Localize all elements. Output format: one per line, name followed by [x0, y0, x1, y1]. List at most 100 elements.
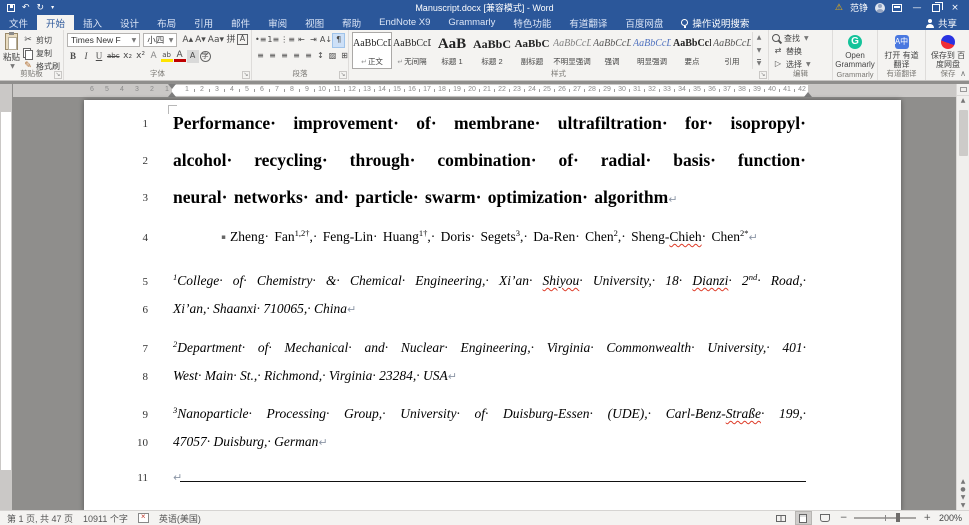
superscript-icon[interactable]: x² — [135, 50, 147, 63]
style-intense[interactable]: AaBbCcDc明显强调 — [632, 32, 672, 69]
decrease-indent-icon[interactable]: ⇤ — [296, 34, 307, 47]
select-browse-object-icon[interactable]: ● — [960, 486, 965, 493]
paragraph-dialog-launcher[interactable]: ↘ — [339, 71, 347, 79]
tab-home[interactable]: 开始 — [37, 15, 74, 30]
justify-icon[interactable]: ≡ — [291, 50, 302, 63]
language-status[interactable]: 英语(美国) — [159, 512, 201, 525]
tab-mailings[interactable]: 邮件 — [222, 15, 259, 30]
next-page-icon[interactable]: ▼ — [961, 494, 966, 501]
styles-dialog-launcher[interactable]: ↘ — [759, 71, 767, 79]
tab-insert[interactable]: 插入 — [74, 15, 111, 30]
redo-icon[interactable]: ↻ — [37, 3, 45, 13]
align-right-icon[interactable]: ≡ — [279, 50, 290, 63]
zoom-slider[interactable] — [854, 517, 916, 519]
copy-button[interactable]: 复制 — [22, 47, 60, 59]
qat-customize-icon[interactable]: ▾ — [51, 4, 54, 11]
align-center-icon[interactable]: ≡ — [267, 50, 278, 63]
tab-review[interactable]: 审阅 — [259, 15, 296, 30]
word-count[interactable]: 10911 个字 — [83, 512, 128, 525]
style-emph[interactable]: AaBbCcDc强调 — [592, 32, 632, 69]
scrollbar-thumb[interactable] — [959, 110, 968, 156]
find-button[interactable]: 查找▼ — [772, 33, 829, 44]
minimize-button[interactable]: — — [909, 3, 925, 13]
tab-help[interactable]: 帮助 — [333, 15, 370, 30]
paste-button[interactable]: 粘贴 ▼ — [3, 32, 20, 72]
undo-icon[interactable]: ↶ — [22, 3, 30, 13]
bold-icon[interactable]: B — [67, 50, 79, 63]
distribute-icon[interactable]: ≡ — [303, 50, 314, 63]
underline-icon[interactable]: U — [93, 50, 105, 63]
replace-button[interactable]: ⇄替换 — [772, 45, 829, 57]
line-spacing-icon[interactable]: ↕ — [315, 50, 326, 63]
align-left-icon[interactable]: ≡ — [255, 50, 266, 63]
save-to-baidu-button[interactable]: 保存到 百度网盘 — [929, 32, 967, 69]
multilevel-list-icon[interactable]: ⋮≡ — [280, 34, 295, 47]
scroll-up-icon[interactable]: ▲ — [961, 96, 966, 106]
style-subtle[interactable]: AaBbCcDc不明显强调 — [552, 32, 592, 69]
hanging-indent-marker[interactable] — [168, 92, 176, 97]
tab-special-features[interactable]: 特色功能 — [504, 15, 560, 30]
ruler-toggle-button[interactable] — [957, 84, 969, 96]
style-h1[interactable]: AaB标题 1 — [432, 32, 472, 69]
web-layout-button[interactable] — [818, 512, 833, 524]
tab-grammarly[interactable]: Grammarly — [439, 15, 504, 30]
zoom-slider-thumb[interactable] — [896, 513, 900, 522]
italic-icon[interactable]: I — [80, 50, 92, 63]
tab-endnote[interactable]: EndNote X9 — [370, 15, 439, 30]
read-mode-button[interactable] — [774, 512, 789, 524]
font-family-combo[interactable]: Times New F▼ — [67, 33, 140, 47]
font-dialog-launcher[interactable]: ↘ — [242, 71, 250, 79]
style-quote[interactable]: AaBbCcDc引用 — [712, 32, 752, 69]
bullets-icon[interactable]: •≡ — [255, 34, 266, 47]
tab-view[interactable]: 视图 — [296, 15, 333, 30]
scroll-down-icon[interactable]: ▼ — [961, 502, 966, 509]
vertical-scrollbar[interactable]: ▲ ▲ ● ▼ ▼ — [956, 84, 969, 510]
styles-more-icon[interactable]: ▼ — [757, 59, 762, 67]
tab-design[interactable]: 设计 — [111, 15, 148, 30]
open-youdao-button[interactable]: A中 打开 有道翻译 — [881, 32, 922, 69]
shading-icon[interactable]: ▨ — [327, 50, 338, 63]
subscript-icon[interactable]: x₂ — [122, 50, 134, 63]
cut-button[interactable]: ✂剪切 — [22, 34, 60, 46]
grow-font-icon[interactable]: A▴ — [181, 34, 194, 47]
style-sub[interactable]: AaBbC副标题 — [512, 32, 552, 69]
increase-indent-icon[interactable]: ⇥ — [308, 34, 319, 47]
document-page[interactable]: 1Performance· improvement· of· membrane·… — [84, 100, 901, 510]
tab-references[interactable]: 引用 — [185, 15, 222, 30]
tab-file[interactable]: 文件 — [0, 15, 37, 30]
warning-icon[interactable]: ⚠ — [835, 3, 843, 13]
character-border-icon[interactable]: A — [237, 34, 248, 45]
text-effects-icon[interactable]: A — [148, 50, 160, 63]
tab-baidu-netdisk[interactable]: 百度网盘 — [616, 15, 672, 30]
character-shading-icon[interactable]: A — [187, 50, 199, 63]
close-button[interactable]: × — [947, 3, 963, 13]
zoom-in-button[interactable]: + — [923, 513, 931, 523]
tell-me-search[interactable]: 操作说明搜索 — [672, 15, 758, 30]
zoom-out-button[interactable]: − — [840, 513, 848, 523]
style-h2[interactable]: AaBbC标题 2 — [472, 32, 512, 69]
open-grammarly-button[interactable]: G Open Grammarly — [836, 32, 874, 69]
strikethrough-icon[interactable]: abc — [106, 50, 121, 63]
share-button[interactable]: 共享 — [926, 15, 969, 30]
highlight-icon[interactable]: ab — [161, 50, 173, 62]
vertical-ruler[interactable] — [0, 84, 12, 510]
style-nospace[interactable]: AaBbCcDc↵无间隔 — [392, 32, 432, 69]
enclose-characters-icon[interactable]: 字 — [200, 51, 211, 62]
change-case-icon[interactable]: Aa▾ — [207, 34, 225, 47]
show-marks-icon[interactable]: ¶ — [333, 34, 344, 47]
styles-scroll-down-icon[interactable]: ▼ — [757, 47, 762, 54]
font-size-combo[interactable]: 小四▼ — [143, 33, 177, 47]
save-icon[interactable] — [7, 4, 15, 12]
font-color-icon[interactable]: A — [174, 50, 186, 62]
phonetic-guide-icon[interactable]: 拼 — [225, 34, 237, 47]
proofing-status-icon[interactable] — [138, 513, 149, 523]
styles-scroll-up-icon[interactable]: ▲ — [757, 34, 762, 41]
style-normal[interactable]: AaBbCcDc↵正文 — [352, 32, 392, 69]
previous-page-icon[interactable]: ▲ — [961, 478, 966, 485]
avatar[interactable] — [875, 3, 885, 13]
shrink-font-icon[interactable]: A▾ — [194, 34, 207, 47]
tab-layout[interactable]: 布局 — [148, 15, 185, 30]
user-name[interactable]: 范铮 — [850, 1, 868, 14]
style-strong[interactable]: AaBbCcDc要点 — [672, 32, 712, 69]
numbering-icon[interactable]: 1≡ — [267, 34, 279, 47]
